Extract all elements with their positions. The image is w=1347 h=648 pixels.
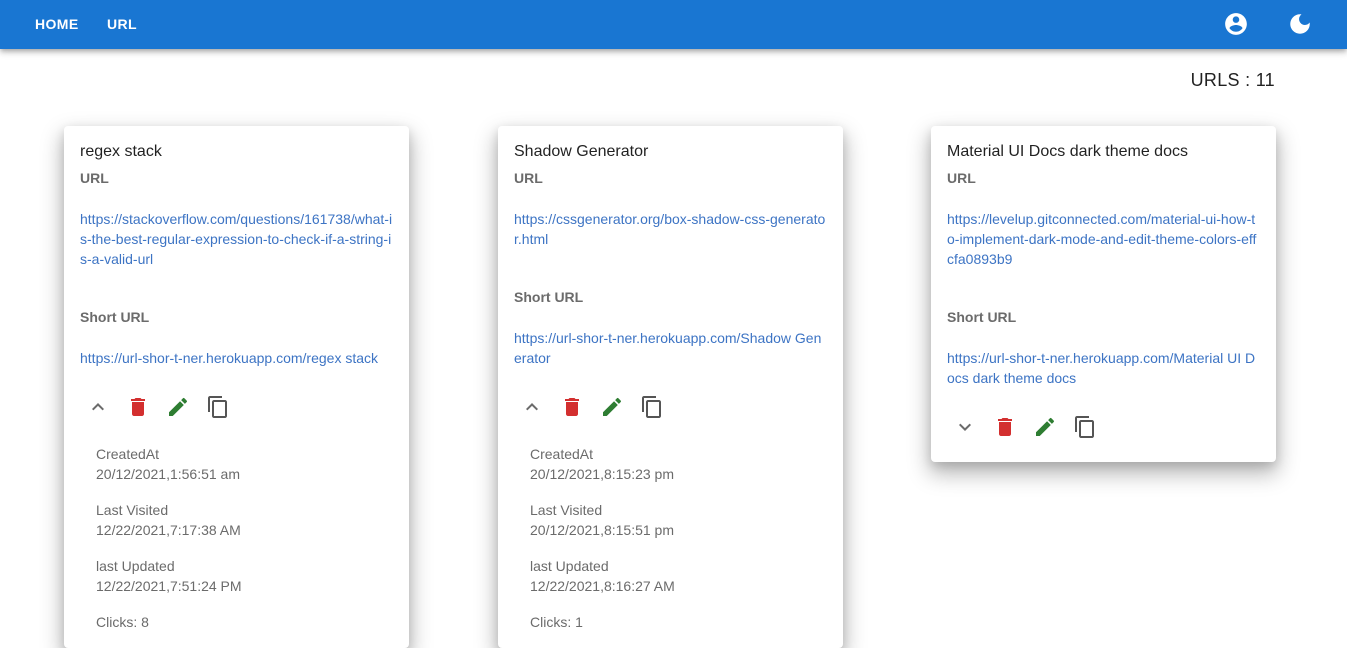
created-label: CreatedAt — [530, 446, 594, 462]
nav-home-button[interactable]: HOME — [35, 0, 79, 49]
url-card: Material UI Docs dark theme docs URL htt… — [931, 126, 1276, 462]
copy-icon[interactable] — [206, 392, 246, 422]
card-details: CreatedAt 20/12/2021,1:56:51 am Last Vis… — [80, 422, 393, 632]
url-label: URL — [80, 170, 109, 186]
card-title: Shadow Generator — [514, 143, 649, 160]
short-url-link[interactable]: https://url-shor-t-ner.herokuapp.com/reg… — [80, 348, 393, 368]
original-url-link[interactable]: https://cssgenerator.org/box-shadow-css-… — [514, 209, 827, 249]
edit-pencil-icon[interactable] — [600, 392, 640, 422]
clicks-value: Clicks: 8 — [96, 614, 149, 630]
updated-value: 12/22/2021,7:51:24 PM — [96, 578, 242, 594]
short-url-link[interactable]: https://url-shor-t-ner.herokuapp.com/Mat… — [947, 348, 1260, 388]
short-url-link[interactable]: https://url-shor-t-ner.herokuapp.com/Sha… — [514, 328, 827, 368]
card-actions — [947, 412, 1260, 442]
edit-pencil-icon[interactable] — [166, 392, 206, 422]
url-label: URL — [514, 170, 543, 186]
edit-pencil-icon[interactable] — [1033, 412, 1073, 442]
card-title: regex stack — [80, 143, 162, 160]
collapse-chevron-up-icon[interactable] — [520, 392, 560, 422]
delete-icon[interactable] — [126, 392, 166, 422]
copy-icon[interactable] — [1073, 412, 1113, 442]
updated-label: last Updated — [96, 558, 175, 574]
visited-value: 12/22/2021,7:17:38 AM — [96, 522, 241, 538]
clicks-value: Clicks: 1 — [530, 614, 583, 630]
short-url-label: Short URL — [80, 309, 150, 325]
dark-mode-moon-icon[interactable] — [1287, 11, 1313, 37]
url-card: Shadow Generator URL https://cssgenerato… — [498, 126, 843, 648]
account-circle-icon[interactable] — [1223, 11, 1249, 37]
delete-icon[interactable] — [560, 392, 600, 422]
original-url-link[interactable]: https://stackoverflow.com/questions/1617… — [80, 209, 393, 269]
url-label: URL — [947, 170, 976, 186]
delete-icon[interactable] — [993, 412, 1033, 442]
nav-url-button[interactable]: URL — [107, 0, 137, 49]
updated-value: 12/22/2021,8:16:27 AM — [530, 578, 675, 594]
collapse-chevron-up-icon[interactable] — [86, 392, 126, 422]
updated-label: last Updated — [530, 558, 609, 574]
visited-value: 20/12/2021,8:15:51 pm — [530, 522, 675, 538]
card-actions — [80, 392, 393, 422]
original-url-link[interactable]: https://levelup.gitconnected.com/materia… — [947, 209, 1260, 269]
visited-label: Last Visited — [530, 502, 603, 518]
expand-chevron-down-icon[interactable] — [953, 412, 993, 442]
card-details: CreatedAt 20/12/2021,8:15:23 pm Last Vis… — [514, 422, 827, 632]
app-bar: HOME URL — [0, 0, 1347, 49]
created-label: CreatedAt — [96, 446, 160, 462]
short-url-label: Short URL — [514, 289, 584, 305]
card-title: Material UI Docs dark theme docs — [947, 143, 1188, 160]
short-url-label: Short URL — [947, 309, 1017, 325]
url-count: URLS : 11 — [1190, 70, 1275, 90]
created-value: 20/12/2021,1:56:51 am — [96, 466, 241, 482]
card-actions — [514, 392, 827, 422]
visited-label: Last Visited — [96, 502, 169, 518]
url-card: regex stack URL https://stackoverflow.co… — [64, 126, 409, 648]
copy-icon[interactable] — [640, 392, 680, 422]
created-value: 20/12/2021,8:15:23 pm — [530, 466, 675, 482]
